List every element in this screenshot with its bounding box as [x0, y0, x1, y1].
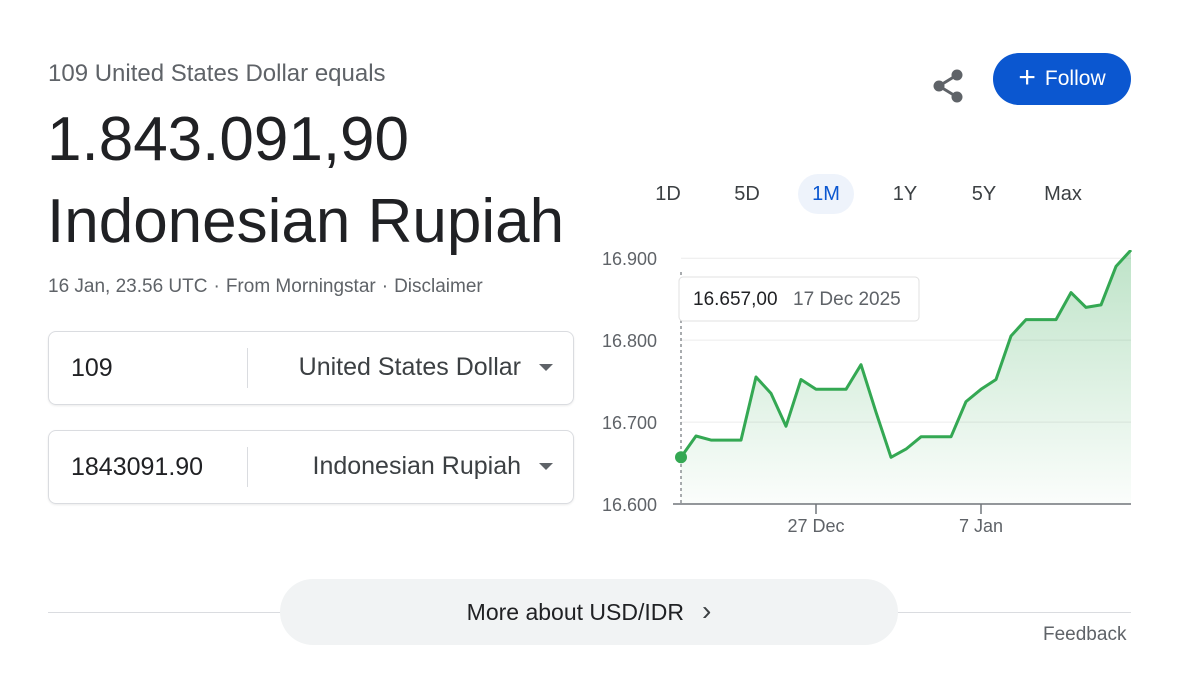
chevron-right-icon: ›: [701, 595, 712, 626]
rate-timestamp: 16 Jan, 23.56 UTC: [48, 276, 208, 297]
field-divider: [247, 447, 248, 487]
tab-1y[interactable]: 1Y: [877, 174, 933, 214]
x-tick-label: 7 Jan: [959, 516, 1003, 536]
rate-meta: 16 Jan, 23.56 UTC · From Morningstar · Discl…: [48, 276, 483, 298]
conversion-subtitle: 109 United States Dollar equals: [48, 60, 386, 87]
share-button[interactable]: [926, 64, 970, 108]
y-tick-label: 16.800: [602, 331, 657, 351]
y-axis-labels: 16.600 16.700 16.800 16.900: [602, 250, 657, 515]
share-icon: [933, 69, 963, 103]
divider: [890, 612, 1131, 613]
to-currency-row: 1843091.90 Indonesian Rupiah: [48, 430, 574, 504]
tab-max[interactable]: Max: [1035, 174, 1091, 214]
x-axis-labels: 27 Dec 7 Jan: [787, 504, 1003, 536]
divider: [48, 612, 298, 613]
rate-source: From Morningstar: [225, 276, 376, 297]
more-about-button[interactable]: More about USD/IDR ›: [280, 579, 898, 645]
converted-amount: 1.843.091,90: [47, 105, 410, 174]
feedback-link[interactable]: Feedback: [1043, 624, 1126, 646]
tab-1d[interactable]: 1D: [640, 174, 696, 214]
dropdown-caret-icon[interactable]: [539, 463, 553, 470]
y-tick-label: 16.900: [602, 250, 657, 269]
more-about-label: More about USD/IDR: [466, 598, 684, 625]
meta-separator: ·: [381, 276, 389, 297]
to-currency-select[interactable]: Indonesian Rupiah: [313, 452, 522, 481]
tab-5y[interactable]: 5Y: [956, 174, 1012, 214]
to-amount-input[interactable]: 1843091.90: [71, 453, 203, 482]
follow-button[interactable]: + Follow: [993, 53, 1131, 105]
tooltip-date: 17 Dec 2025: [793, 289, 901, 310]
tooltip-value: 16.657,00: [693, 289, 778, 310]
y-tick-label: 16.600: [602, 495, 657, 515]
from-currency-row: 109 United States Dollar: [48, 331, 574, 405]
meta-separator: ·: [213, 276, 220, 297]
exchange-rate-chart[interactable]: 16.600 16.700 16.800 16.900 27 Dec 7 Jan 16.…: [590, 250, 1150, 550]
x-tick-label: 27 Dec: [787, 516, 844, 536]
dropdown-caret-icon[interactable]: [539, 364, 553, 371]
range-tabs: 1D 5D 1M 1Y 5Y Max: [628, 174, 1108, 216]
hover-point: [675, 451, 687, 464]
field-divider: [247, 348, 248, 388]
from-amount-input[interactable]: 109: [71, 354, 113, 383]
chart-tooltip: 16.657,00 17 Dec 2025: [678, 276, 920, 322]
plus-icon: +: [1018, 60, 1036, 94]
disclaimer-link[interactable]: Disclaimer: [394, 276, 483, 297]
from-currency-select[interactable]: United States Dollar: [299, 353, 521, 382]
follow-label: Follow: [1044, 67, 1106, 90]
target-currency-name: Indonesian Rupiah: [47, 187, 565, 256]
y-tick-label: 16.700: [602, 413, 657, 433]
tab-5d[interactable]: 5D: [719, 174, 775, 214]
tab-1m[interactable]: 1M: [798, 174, 854, 214]
